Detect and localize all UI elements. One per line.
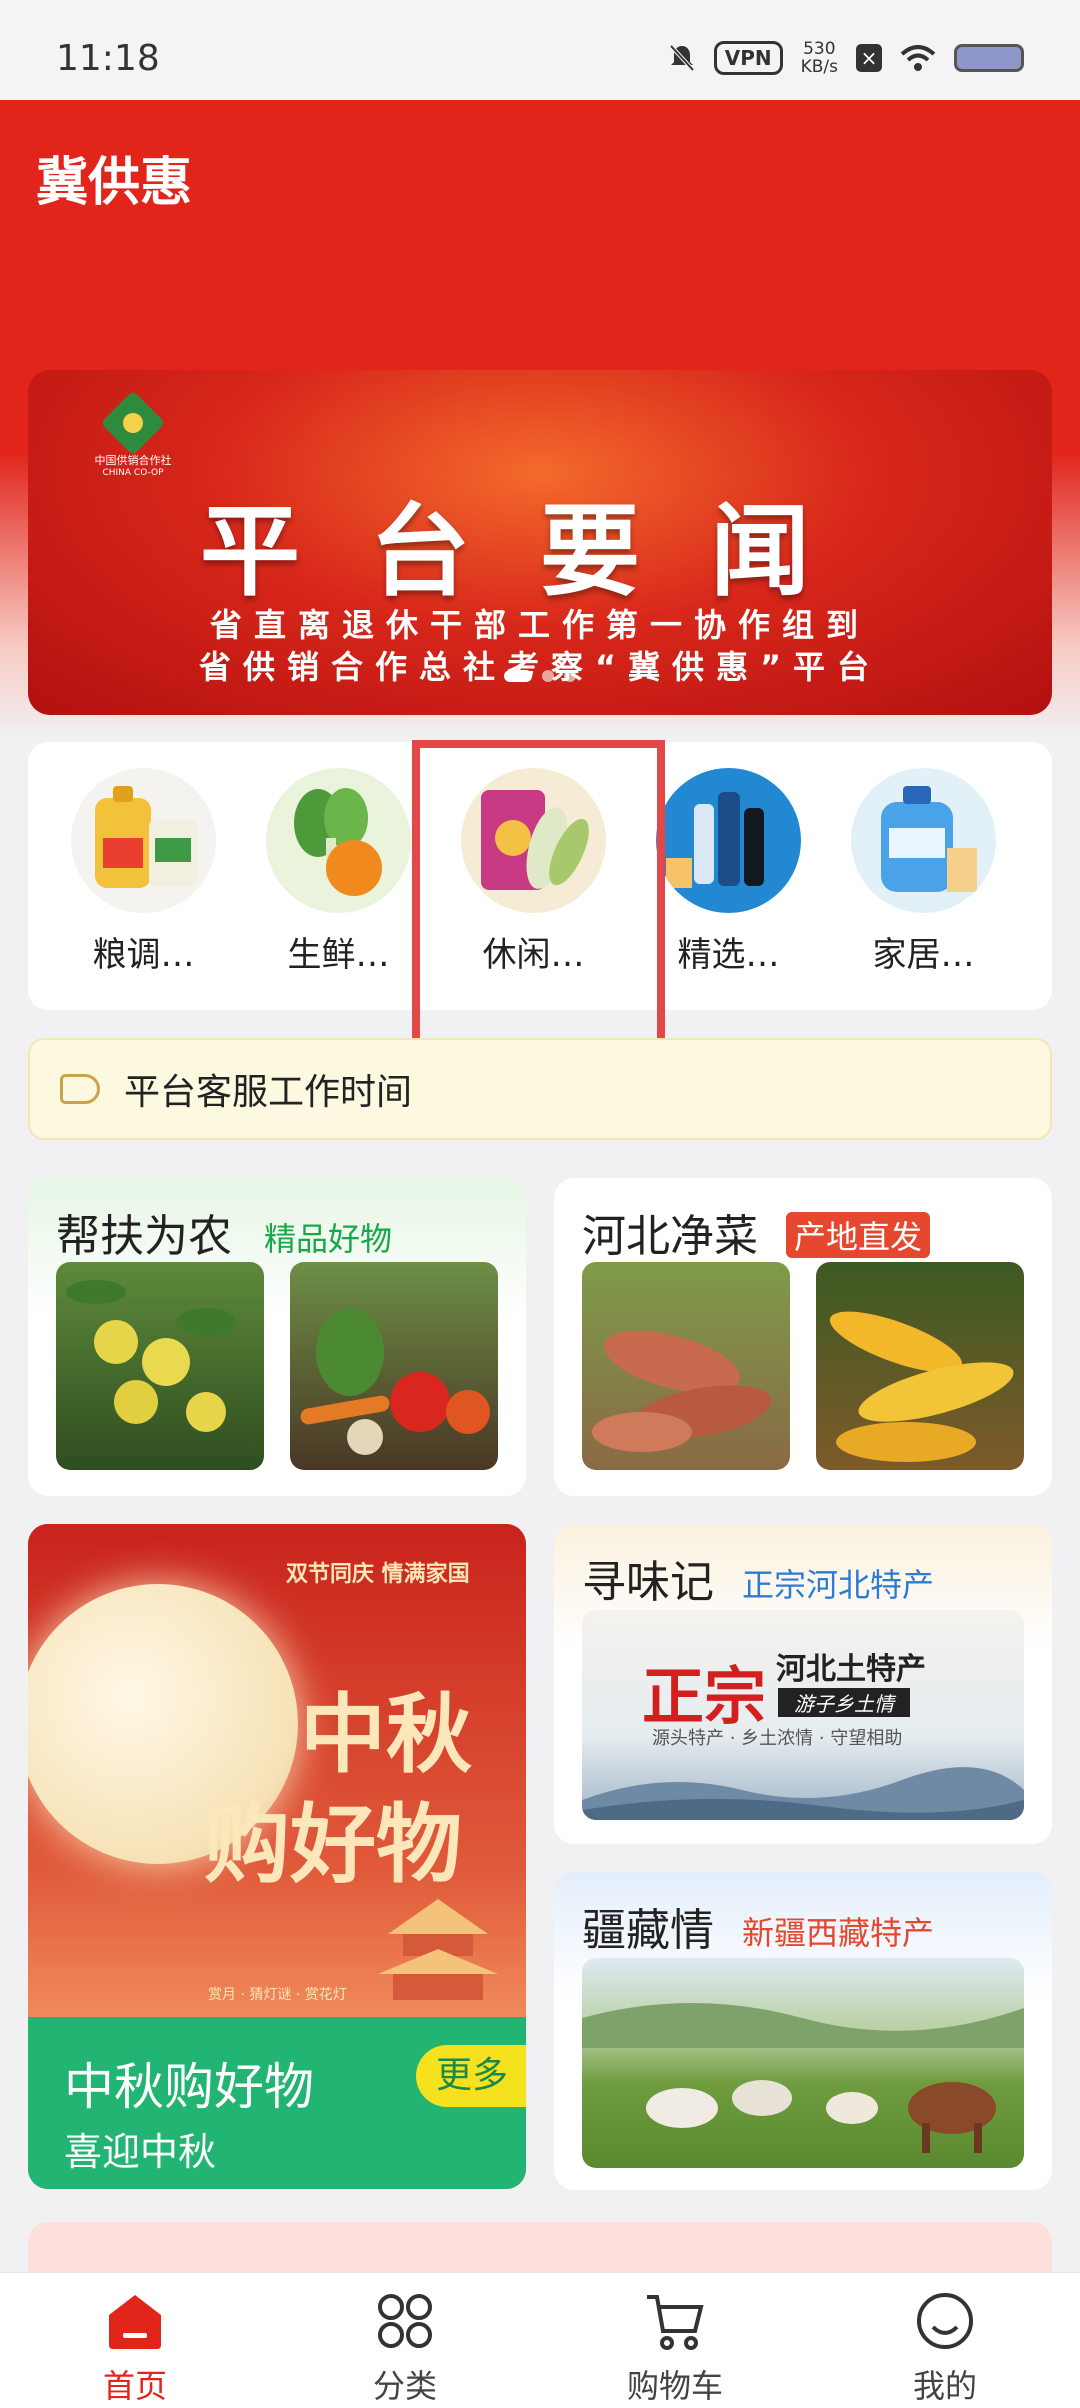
highlight-box [412,740,665,1050]
promo-footer: 中秋购好物 喜迎中秋 更多 [28,2017,526,2189]
xunweiji-card[interactable]: 寻味记 正宗河北特产 正宗 河北土特产 游子乡土情 源头特产 · 乡土浓情 · … [554,1524,1052,1844]
news-banner[interactable]: 中国供销合作社 CHINA CO-OP 平台要闻 省直离退休干部工作第一协作组到… [28,370,1052,715]
category-item-grain[interactable]: 粮调… [46,742,241,1010]
temple-icon [378,1899,498,2000]
category-item-fresh[interactable]: 生鲜… [241,742,436,1010]
promo-big-text-2: 购好物 [204,1795,462,1895]
mute-bell-icon [669,44,695,72]
status-bar: 11:18 VPN 530 KB/s × [0,0,1080,100]
notification-x-icon: × [856,44,882,72]
card-tag: 产地直发 [786,1212,931,1258]
coop-logo: 中国供销合作社 CHINA CO-OP [78,390,188,478]
promo-top-text: 双节同庆 情满家国 [286,1562,470,1587]
banner-line-1: 省直离退休干部工作第一协作组到 [209,606,870,644]
cart-icon [647,2295,704,2350]
vegetables-image [290,1262,498,1470]
tab-home[interactable]: 首页 [0,2273,270,2408]
tab-category[interactable]: 分类 [270,2273,540,2408]
cattle-grassland-image [582,1958,1024,2168]
promo-small-text: 赏月 · 猜灯谜 · 赏花灯 [208,1987,347,2003]
category-label: 粮调… [92,935,195,975]
detergent-icon [851,768,996,913]
card-title: 寻味记 [582,1557,714,1608]
hebei-specialty-banner: 正宗 河北土特产 游子乡土情 源头特产 · 乡土浓情 · 守望相助 [582,1610,1024,1820]
liquor-icon [656,768,801,913]
speaker-icon [60,1074,100,1104]
category-label: 家居… [872,935,975,975]
hebei-veg-card[interactable]: 河北净菜 产地直发 [554,1178,1052,1496]
tab-profile[interactable]: 我的 [810,2273,1080,2408]
wifi-icon [900,45,936,71]
card-tag: 新疆西藏特产 [742,1914,935,1952]
category-item-home[interactable]: 家居… [826,742,1021,1010]
card-title: 疆藏情 [582,1905,714,1956]
tab-cart[interactable]: 购物车 [540,2273,810,2408]
card-tag: 正宗河北特产 [742,1566,935,1604]
card-title: 河北净菜 [582,1211,758,1262]
profile-icon [917,2293,973,2349]
carousel-dots [28,670,1052,682]
help-farmers-card[interactable]: 帮扶为农 精品好物 [28,1178,526,1496]
category-label: 生鲜… [287,935,390,975]
home-icon [109,2295,161,2349]
status-icons: VPN 530 KB/s × [668,40,1024,76]
promo-big-text-1: 中秋 [300,1685,472,1785]
xinjiang-card[interactable]: 疆藏情 新疆西藏特产 [554,1872,1052,2190]
promo-subtitle: 喜迎中秋 [64,2130,217,2174]
category-icon [378,2294,432,2348]
notice-text: 平台客服工作时间 [124,1072,413,1113]
corn-image [816,1262,1024,1470]
promo-poster: 双节同庆 情满家国 中秋 购好物 赏月 · 猜灯谜 · 赏花灯 [28,1524,526,2017]
lemon-tree-image [56,1262,264,1470]
card-title: 帮扶为农 [56,1211,232,1262]
banner-title: 平台要闻 [200,493,880,610]
oil-rice-icon [71,768,216,913]
card-tag: 精品好物 [264,1220,393,1258]
sweet-potato-image [582,1262,790,1470]
battery-icon [954,44,1024,72]
bottom-nav: 首页 分类 购物车 我的 [0,2272,1080,2408]
app-title: 冀供惠 [36,153,193,213]
vpn-badge: VPN [713,41,783,75]
network-speed: 530 KB/s [800,39,838,77]
vegetable-icon [266,768,411,913]
notice-bar[interactable]: 平台客服工作时间 [28,1038,1052,1140]
promo-title: 中秋购好物 [64,2058,314,2116]
more-button[interactable]: 更多 [416,2045,526,2107]
status-time: 11:18 [56,38,160,79]
mid-autumn-promo-card[interactable]: 双节同庆 情满家国 中秋 购好物 赏月 · 猜灯谜 · 赏花灯 中秋购好物 喜迎… [28,1524,526,2189]
